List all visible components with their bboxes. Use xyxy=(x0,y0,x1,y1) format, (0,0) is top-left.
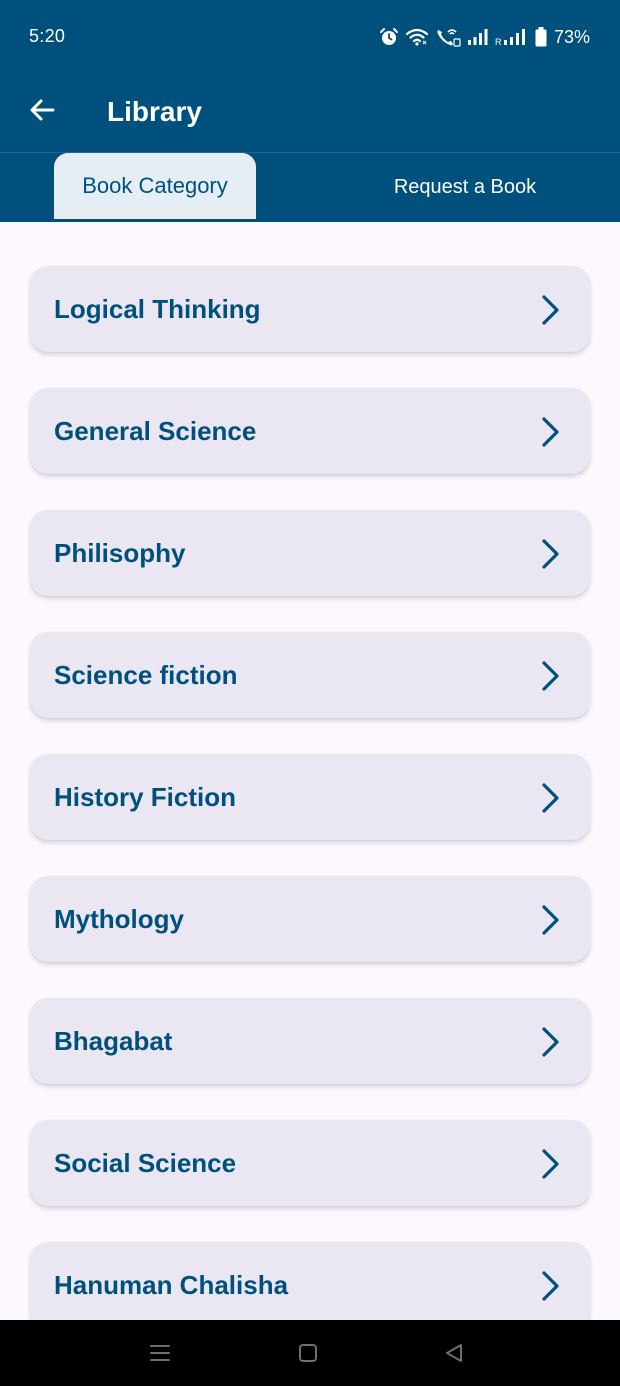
tab-bar: Book Category Request a Book xyxy=(0,153,620,222)
chevron-right-icon xyxy=(542,539,559,569)
chevron-right-icon xyxy=(542,417,559,447)
chevron-right-icon xyxy=(542,295,559,325)
category-label: Mythology xyxy=(54,904,184,934)
tab-request-a-book[interactable]: Request a Book xyxy=(372,153,558,222)
category-item-mythology[interactable]: Mythology xyxy=(30,876,590,962)
status-bar: 5:20 R 73% xyxy=(0,0,620,76)
chevron-right-icon xyxy=(542,1149,559,1179)
tab-label: Book Category xyxy=(82,173,228,198)
chevron-right-icon xyxy=(542,1271,559,1301)
category-item-logical-thinking[interactable]: Logical Thinking xyxy=(30,266,590,352)
wifi-calling-icon xyxy=(435,27,461,47)
category-item-bhagabat[interactable]: Bhagabat xyxy=(30,998,590,1084)
recent-apps-button[interactable] xyxy=(148,1341,172,1365)
category-item-general-science[interactable]: General Science xyxy=(30,388,590,474)
chevron-right-icon xyxy=(542,1027,559,1057)
home-square-icon xyxy=(299,1344,317,1362)
category-label: Philisophy xyxy=(54,538,186,568)
chevron-right-icon xyxy=(542,661,559,691)
tab-label: Request a Book xyxy=(393,176,537,198)
arrow-left-icon xyxy=(28,96,56,129)
battery-percentage: 73% xyxy=(553,26,590,47)
app-bar: Library xyxy=(0,76,620,153)
chevron-right-icon xyxy=(542,783,559,813)
wifi-icon xyxy=(405,27,429,47)
menu-icon xyxy=(150,1345,170,1361)
category-item-science-fiction[interactable]: Science fiction xyxy=(30,632,590,718)
back-triangle-icon xyxy=(446,1344,462,1362)
system-nav-bar xyxy=(0,1320,620,1386)
category-item-social-science[interactable]: Social Science xyxy=(30,1120,590,1206)
battery-icon xyxy=(535,27,547,47)
category-label: Social Science xyxy=(54,1148,237,1178)
category-item-history-fiction[interactable]: History Fiction xyxy=(30,754,590,840)
category-list[interactable]: Logical Thinking General Science Philiso… xyxy=(0,222,620,1320)
signal-icon xyxy=(467,28,489,46)
category-item-hanuman-chalisha[interactable]: Hanuman Chalisha xyxy=(30,1242,590,1320)
home-button[interactable] xyxy=(296,1341,320,1365)
category-label: History Fiction xyxy=(54,782,237,812)
system-back-button[interactable] xyxy=(442,1341,466,1365)
category-label: Bhagabat xyxy=(54,1026,173,1056)
svg-text:R: R xyxy=(495,37,502,46)
category-label: Hanuman Chalisha xyxy=(54,1270,289,1300)
status-icons: R 73% xyxy=(379,24,590,50)
page-title: Library xyxy=(107,96,202,127)
category-item-philisophy[interactable]: Philisophy xyxy=(30,510,590,596)
category-label: Science fiction xyxy=(54,660,238,690)
chevron-right-icon xyxy=(542,905,559,935)
alarm-icon xyxy=(379,27,399,47)
signal-roaming-icon: R xyxy=(495,28,529,46)
tab-book-category[interactable]: Book Category xyxy=(54,153,256,222)
category-label: General Science xyxy=(54,416,257,446)
status-time: 5:20 xyxy=(29,26,66,46)
category-label: Logical Thinking xyxy=(54,294,261,324)
back-button[interactable] xyxy=(24,94,60,130)
